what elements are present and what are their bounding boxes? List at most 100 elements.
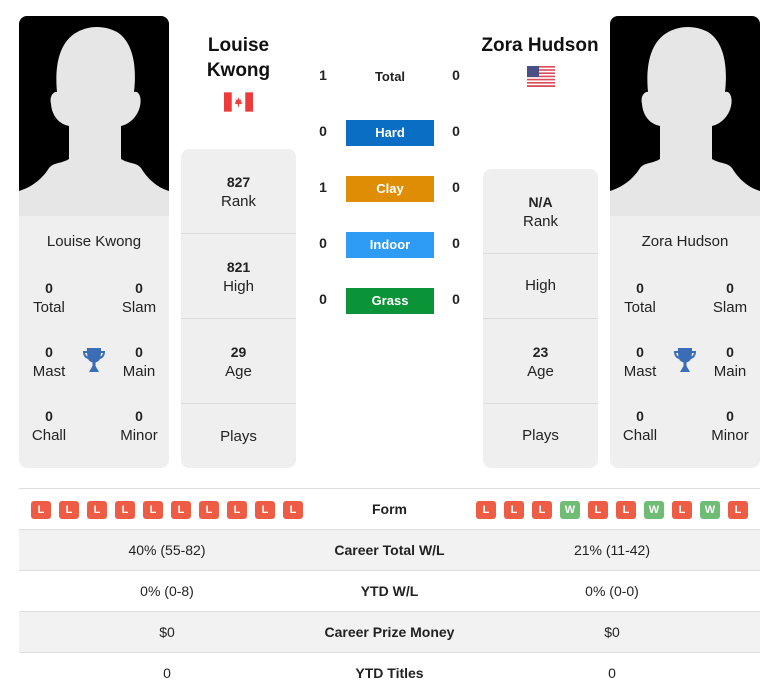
- surface-indoor-button[interactable]: Indoor: [346, 232, 434, 258]
- form-badge-loss[interactable]: L: [143, 501, 163, 519]
- titles-minor-label: Minor: [120, 427, 158, 444]
- info-age-value: 29: [230, 344, 247, 360]
- titles-main-label: Main: [713, 363, 747, 380]
- titles-minor: 0 Minor: [109, 406, 169, 446]
- row-label: Career Prize Money: [324, 624, 455, 640]
- form-badge-loss[interactable]: L: [255, 501, 275, 519]
- player-right-card-name[interactable]: Zora Hudson: [610, 233, 760, 250]
- info-plays: Plays: [181, 427, 296, 447]
- form-badge-loss[interactable]: L: [532, 501, 552, 519]
- info-high-value: 821: [226, 259, 251, 275]
- form-badge-loss[interactable]: L: [504, 501, 524, 519]
- titles-slam-label: Slam: [712, 299, 748, 316]
- titles-mast-value: 0: [45, 344, 53, 360]
- info-plays: Plays: [483, 426, 598, 446]
- titles-mast-value: 0: [636, 344, 644, 360]
- info-high-label: High: [223, 278, 254, 295]
- form-badge-loss[interactable]: L: [616, 501, 636, 519]
- row-right-value: 21% (11-42): [573, 542, 650, 558]
- h2h-grass-left: 0: [319, 291, 327, 307]
- trophy-icon: [674, 348, 696, 372]
- row-left-value: 0% (0-8): [140, 583, 194, 599]
- form-badge-win[interactable]: W: [700, 501, 720, 519]
- player-left-name[interactable]: Louise Kwong: [181, 33, 296, 83]
- silhouette-icon: [19, 26, 169, 216]
- h2h-hard-right: 0: [452, 123, 460, 139]
- titles-total-value: 0: [636, 280, 644, 296]
- form-badge-loss[interactable]: L: [115, 501, 135, 519]
- surface-grass-button[interactable]: Grass: [346, 288, 434, 314]
- titles-slam-label: Slam: [121, 299, 157, 316]
- divider: [483, 318, 598, 319]
- form-badge-loss[interactable]: L: [588, 501, 608, 519]
- h2h-total-right: 0: [452, 67, 460, 83]
- info-age-value: 23: [532, 344, 549, 360]
- h2h-clay-right: 0: [452, 179, 460, 195]
- form-badge-loss[interactable]: L: [728, 501, 748, 519]
- titles-chall-label: Chall: [622, 427, 658, 444]
- divider: [181, 318, 296, 319]
- titles-main-label: Main: [122, 363, 156, 380]
- titles-slam-value: 0: [726, 280, 734, 296]
- titles-minor-value: 0: [135, 408, 143, 424]
- titles-total-value: 0: [45, 280, 53, 296]
- form-badge-loss[interactable]: L: [283, 501, 303, 519]
- titles-chall: 0 Chall: [610, 406, 670, 446]
- info-high-label: High: [525, 277, 556, 294]
- titles-chall: 0 Chall: [19, 406, 79, 446]
- info-plays-label: Plays: [220, 428, 257, 445]
- table-row: 0 YTD Titles 0: [19, 652, 760, 693]
- titles-main-value: 0: [135, 344, 143, 360]
- form-badge-loss[interactable]: L: [87, 501, 107, 519]
- titles-minor-value: 0: [726, 408, 734, 424]
- usa-flag-icon: [527, 66, 555, 87]
- row-left-value: $0: [159, 624, 175, 640]
- h2h-indoor-right: 0: [452, 235, 460, 251]
- row-right-value: 0% (0-0): [585, 583, 639, 599]
- h2h-indoor-left: 0: [319, 235, 327, 251]
- info-age-label: Age: [527, 363, 554, 380]
- row-label: Career Total W/L: [334, 542, 445, 558]
- divider: [483, 403, 598, 404]
- form-badge-loss[interactable]: L: [199, 501, 219, 519]
- canada-flag-icon: [224, 92, 253, 112]
- form-row: LLLLLLLLLL Form LLLWLLWLWL: [19, 488, 760, 529]
- info-high: 821 High: [181, 257, 296, 297]
- info-rank: N/A Rank: [483, 192, 598, 232]
- form-badge-loss[interactable]: L: [672, 501, 692, 519]
- titles-total-label: Total: [33, 299, 65, 316]
- surface-clay-button[interactable]: Clay: [346, 176, 434, 202]
- surface-hard-button[interactable]: Hard: [346, 120, 434, 146]
- player-left-card-name[interactable]: Louise Kwong: [19, 233, 169, 250]
- divider: [181, 233, 296, 234]
- row-left-value: 0: [163, 665, 171, 681]
- titles-mast-label: Mast: [623, 363, 657, 380]
- player-left-form: LLLLLLLLLL: [31, 501, 303, 519]
- player-right-form: LLLWLLWLWL: [476, 501, 748, 519]
- form-badge-loss[interactable]: L: [476, 501, 496, 519]
- row-label: YTD W/L: [360, 583, 419, 599]
- info-rank-value: N/A: [528, 194, 553, 210]
- row-right-value: 0: [608, 665, 616, 681]
- info-rank-value: 827: [226, 174, 251, 190]
- titles-mast-label: Mast: [32, 363, 66, 380]
- player-right-name[interactable]: Zora Hudson: [480, 33, 600, 58]
- titles-minor-label: Minor: [711, 427, 749, 444]
- form-badge-win[interactable]: W: [644, 501, 664, 519]
- form-badge-loss[interactable]: L: [31, 501, 51, 519]
- info-plays-label: Plays: [522, 427, 559, 444]
- h2h-grass-right: 0: [452, 291, 460, 307]
- titles-slam: 0 Slam: [700, 278, 760, 318]
- form-badge-win[interactable]: W: [560, 501, 580, 519]
- player-right-titles-card: Zora Hudson 0 Total 0 Slam 0 Mast 0 Main 0 Ch…: [610, 216, 760, 468]
- table-row: 0% (0-8) YTD W/L 0% (0-0): [19, 570, 760, 611]
- divider: [483, 253, 598, 254]
- form-badge-loss[interactable]: L: [59, 501, 79, 519]
- player-left-info-card: 827 Rank 821 High 29 Age Plays: [181, 149, 296, 468]
- form-badge-loss[interactable]: L: [171, 501, 191, 519]
- titles-mast: 0 Mast: [610, 342, 670, 382]
- form-badge-loss[interactable]: L: [227, 501, 247, 519]
- titles-main: 0 Main: [700, 342, 760, 382]
- titles-total: 0 Total: [610, 278, 670, 318]
- titles-chall-value: 0: [636, 408, 644, 424]
